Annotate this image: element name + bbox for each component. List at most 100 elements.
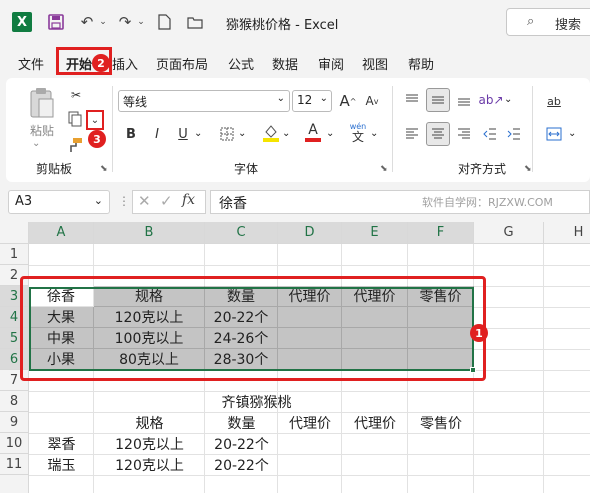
borders-icon[interactable] <box>218 124 236 144</box>
cell-e9[interactable]: 代理价 <box>342 412 408 433</box>
copy-dropdown-icon[interactable]: ⌄ <box>86 110 104 130</box>
font-name-combo[interactable]: 等线 ⌄ <box>118 90 290 112</box>
more-options-icon[interactable]: ⋮ <box>118 194 130 208</box>
borders-dropdown-icon[interactable]: ⌄ <box>238 128 246 139</box>
clipboard-group-label: 剪贴板 <box>36 162 73 176</box>
chevron-down-icon: ⌄ <box>319 93 328 104</box>
column-header-d[interactable]: D <box>278 222 342 244</box>
save-icon[interactable] <box>46 12 66 32</box>
column-header-h[interactable]: H <box>544 222 590 244</box>
decrease-font-button[interactable]: Av <box>362 90 382 112</box>
cell-c10[interactable]: 20-22个 <box>205 433 278 454</box>
column-header-c[interactable]: C <box>205 222 278 244</box>
align-right-icon[interactable] <box>454 124 474 144</box>
tab-view[interactable]: 视图 <box>362 54 388 73</box>
tab-data[interactable]: 数据 <box>272 54 298 73</box>
align-top-icon[interactable] <box>402 90 422 110</box>
spreadsheet-grid[interactable]: A B C D E F G H 1 2 3 4 5 6 7 8 9 10 11 … <box>0 222 590 493</box>
tab-help[interactable]: 帮助 <box>408 54 434 73</box>
increase-font-button[interactable]: A ^ <box>338 90 358 112</box>
new-file-icon[interactable] <box>154 12 174 32</box>
cell-f9[interactable]: 零售价 <box>408 412 474 433</box>
cell-c8[interactable]: 齐镇猕猴桃 <box>205 391 308 412</box>
align-center-icon[interactable] <box>426 122 450 146</box>
cell-b10[interactable]: 120克以上 <box>94 433 205 454</box>
row-header-11[interactable]: 11 <box>0 454 29 475</box>
row-header-1[interactable]: 1 <box>0 244 29 265</box>
merge-center-icon[interactable] <box>544 124 564 144</box>
underline-button[interactable]: U <box>174 124 192 144</box>
cell-c9[interactable]: 数量 <box>205 412 278 433</box>
orientation-icon[interactable]: ab↗ <box>478 90 503 110</box>
insert-function-icon[interactable]: fx <box>182 192 195 208</box>
row-header-12[interactable] <box>0 475 29 493</box>
tab-review[interactable]: 审阅 <box>318 54 344 73</box>
column-header-a[interactable]: A <box>29 222 94 244</box>
cell-a10[interactable]: 翠香 <box>29 433 94 454</box>
watermark-text: 软件自学网：RJZXW.COM <box>422 196 553 209</box>
paste-icon[interactable] <box>28 86 56 120</box>
phonetic-button[interactable]: wén 文 <box>346 120 370 146</box>
annotation-badge-3: 3 <box>88 130 106 148</box>
font-launcher-icon[interactable]: ⬊ <box>380 164 388 174</box>
align-left-icon[interactable] <box>402 124 422 144</box>
font-color-button[interactable]: A <box>304 120 322 144</box>
copy-icon[interactable] <box>66 110 84 128</box>
cell-b11[interactable]: 120克以上 <box>94 454 205 475</box>
undo-icon[interactable]: ↶ <box>76 12 98 32</box>
undo-dropdown-icon[interactable]: ⌄ <box>98 12 108 32</box>
cell-d9[interactable]: 代理价 <box>278 412 342 433</box>
cut-icon[interactable]: ✂ <box>68 86 84 104</box>
merge-dropdown-icon[interactable]: ⌄ <box>568 128 576 139</box>
column-header-g[interactable]: G <box>474 222 544 244</box>
cell-a11[interactable]: 瑞玉 <box>29 454 94 475</box>
enter-check-icon[interactable]: ✓ <box>160 192 173 210</box>
cell-b9[interactable]: 规格 <box>94 412 205 433</box>
row-header-9[interactable]: 9 <box>0 412 29 433</box>
search-placeholder: 搜索 <box>555 18 582 33</box>
font-color-dropdown-icon[interactable]: ⌄ <box>326 128 334 139</box>
phonetic-dropdown-icon[interactable]: ⌄ <box>370 128 378 139</box>
row-header-8[interactable]: 8 <box>0 391 29 412</box>
tab-insert[interactable]: 插入 <box>112 54 138 73</box>
orientation-dropdown-icon[interactable]: ⌄ <box>504 94 512 105</box>
search-icon: ⌕ <box>527 14 535 29</box>
search-input[interactable]: ⌕ 搜索 <box>506 8 590 36</box>
tab-page-layout[interactable]: 页面布局 <box>156 54 208 73</box>
cancel-icon[interactable]: ✕ <box>138 192 151 210</box>
group-separator <box>392 86 393 172</box>
format-painter-icon[interactable] <box>66 136 84 154</box>
group-separator <box>532 86 533 172</box>
select-all-corner[interactable] <box>0 222 29 244</box>
redo-dropdown-icon[interactable]: ⌄ <box>136 12 146 32</box>
open-folder-icon[interactable] <box>184 12 206 32</box>
row-header-10[interactable]: 10 <box>0 433 29 454</box>
tab-formulas[interactable]: 公式 <box>228 54 254 73</box>
bold-button[interactable]: B <box>122 124 140 144</box>
window-title: 猕猴桃价格 - Excel <box>226 18 339 33</box>
clipboard-launcher-icon[interactable]: ⬊ <box>100 164 108 174</box>
alignment-launcher-icon[interactable]: ⬊ <box>524 164 532 174</box>
column-header-b[interactable]: B <box>94 222 205 244</box>
align-middle-icon[interactable] <box>426 88 450 112</box>
fill-color-icon[interactable] <box>262 122 280 144</box>
paste-label[interactable]: 粘贴 <box>30 122 54 139</box>
fill-color-dropdown-icon[interactable]: ⌄ <box>282 128 290 139</box>
font-size-combo[interactable]: 12 ⌄ <box>292 90 332 112</box>
align-bottom-icon[interactable] <box>454 90 474 110</box>
alignment-group-label: 对齐方式 <box>458 162 507 176</box>
underline-dropdown-icon[interactable]: ⌄ <box>194 128 202 139</box>
decrease-indent-icon[interactable] <box>480 124 500 144</box>
chevron-down-icon: ⌄ <box>93 194 103 207</box>
italic-button[interactable]: I <box>148 124 166 144</box>
redo-icon[interactable]: ↷ <box>114 12 136 32</box>
highlight-selected-range <box>20 276 486 381</box>
wrap-text-icon[interactable]: ab <box>544 90 564 112</box>
paste-dropdown-icon[interactable]: ⌄ <box>32 138 40 149</box>
increase-indent-icon[interactable] <box>504 124 524 144</box>
name-box[interactable]: A3 ⌄ <box>8 190 110 214</box>
column-header-f[interactable]: F <box>408 222 474 244</box>
column-header-e[interactable]: E <box>342 222 408 244</box>
cell-c11[interactable]: 20-22个 <box>205 454 278 475</box>
tab-file[interactable]: 文件 <box>18 54 44 73</box>
